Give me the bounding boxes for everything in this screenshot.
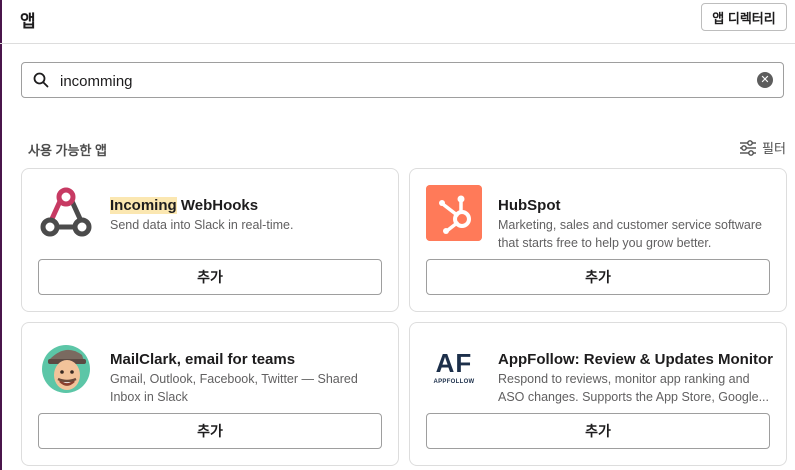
app-name: AppFollow: Review & Updates Monitor	[498, 351, 774, 368]
add-app-button[interactable]: 추가	[38, 259, 382, 295]
app-description: Gmail, Outlook, Facebook, Twitter — Shar…	[110, 372, 358, 404]
search-box[interactable]: ✕	[21, 62, 784, 98]
mailclark-avatar-icon	[42, 345, 90, 393]
page-title: 앱	[20, 12, 36, 31]
app-card-mailclark[interactable]: MailClark, email for teams Gmail, Outloo…	[21, 322, 399, 466]
app-description: Respond to reviews, monitor app ranking …	[498, 372, 770, 404]
app-description: Send data into Slack in real-time.	[110, 218, 294, 232]
app-description: Marketing, sales and customer service so…	[498, 218, 762, 250]
window-left-edge	[0, 0, 2, 470]
clear-search-icon[interactable]: ✕	[757, 72, 773, 88]
filter-button[interactable]: 필터	[739, 138, 786, 157]
page-header: 앱 앱 디렉터리	[0, 0, 795, 44]
available-apps-heading: 사용 가능한 앱	[28, 143, 107, 158]
webhook-icon	[40, 187, 92, 237]
app-name: MailClark, email for teams	[110, 351, 296, 368]
filter-label: 필터	[762, 141, 786, 156]
search-icon	[33, 72, 49, 88]
sliders-icon	[740, 139, 756, 156]
app-name: Incoming WebHooks	[110, 197, 259, 214]
search-input[interactable]	[58, 69, 742, 93]
hubspot-icon	[426, 185, 482, 241]
appfollow-logo-letters: AF	[435, 347, 473, 378]
add-app-button[interactable]: 추가	[38, 413, 382, 449]
app-card-incoming-webhooks[interactable]: Incoming WebHooks Send data into Slack i…	[21, 168, 399, 312]
add-app-button[interactable]: 추가	[426, 413, 770, 449]
appfollow-logo-wordmark: APPFOLLOW	[433, 378, 475, 385]
search-match-highlight: Incoming	[110, 197, 177, 214]
appfollow-icon: AF APPFOLLOW	[426, 339, 482, 395]
app-directory-button[interactable]: 앱 디렉터리	[701, 3, 787, 31]
app-card-appfollow[interactable]: AF APPFOLLOW AppFollow: Review & Updates…	[409, 322, 787, 466]
app-card-hubspot[interactable]: HubSpot Marketing, sales and customer se…	[409, 168, 787, 312]
add-app-button[interactable]: 추가	[426, 259, 770, 295]
app-name: HubSpot	[498, 197, 561, 214]
